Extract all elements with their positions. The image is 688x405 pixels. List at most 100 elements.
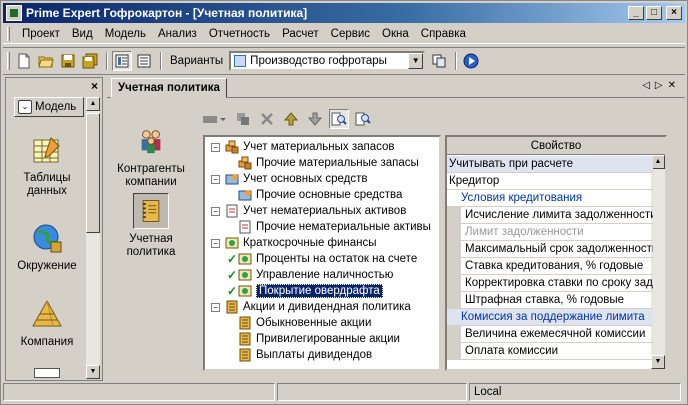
collapse-icon[interactable]: −: [211, 238, 220, 248]
shares-icon: [239, 348, 251, 362]
tree-item[interactable]: ✓ Покрытие овердрафта: [227, 283, 383, 299]
collapse-icon[interactable]: −: [211, 174, 220, 184]
tree-item[interactable]: − Учет материальных запасов: [211, 139, 395, 155]
checkmark-icon: ✓: [227, 268, 238, 282]
tree-item[interactable]: ✓ Управление наличностью: [227, 267, 393, 283]
menu-view[interactable]: Вид: [66, 28, 99, 40]
tree-item[interactable]: Прочие основные средства: [227, 187, 402, 203]
left-pane-scrollbar[interactable]: ▲ ▼: [86, 97, 100, 379]
scroll-down-arrow-icon[interactable]: ▼: [651, 355, 665, 369]
list-view-icon[interactable]: [112, 51, 132, 71]
scroll-up-arrow-icon[interactable]: ▲: [651, 155, 665, 169]
property-indent: [447, 224, 461, 241]
tree-item[interactable]: − Акции и дивидендная политика: [211, 299, 411, 315]
toolbar-grip[interactable]: [7, 52, 10, 70]
menu-model[interactable]: Модель: [99, 28, 152, 40]
menubar-grip[interactable]: [7, 27, 10, 41]
nav-item-next[interactable]: [8, 368, 86, 378]
left-navigation-pane: × ⌄ Модель ▲ ▼ Таблицы данных Окружение: [5, 77, 103, 381]
find-icon[interactable]: [329, 109, 349, 129]
app-icon[interactable]: [6, 5, 22, 21]
finance-icon: [238, 269, 252, 281]
collapse-icon[interactable]: −: [211, 142, 220, 152]
find-next-icon[interactable]: [353, 109, 373, 129]
tree-item[interactable]: Обыкновенные акции: [227, 315, 371, 331]
shares-icon: [226, 300, 238, 314]
variants-dropdown[interactable]: Производство гофротары ▼: [229, 51, 426, 71]
inner-nav-accounting-policy[interactable]: Учетная политика: [109, 193, 193, 259]
save-icon[interactable]: [58, 51, 78, 71]
menu-analysis[interactable]: Анализ: [152, 28, 203, 40]
new-document-icon[interactable]: [14, 51, 34, 71]
tree-item[interactable]: − Краткосрочные финансы: [211, 235, 377, 251]
property-row[interactable]: Максимальный срок задолженности, дн: [447, 241, 653, 258]
tree-item[interactable]: Прочие материальные запасы: [227, 155, 419, 171]
close-button[interactable]: ×: [666, 6, 682, 20]
nav-item-label: Компания: [20, 336, 74, 348]
menu-help[interactable]: Справка: [415, 28, 472, 40]
tree-item-label: Учет материальных запасов: [243, 141, 395, 153]
tree-item-label: Акции и дивидендная политика: [243, 301, 411, 313]
copy-icon[interactable]: [233, 109, 253, 129]
close-icon[interactable]: ×: [91, 79, 98, 93]
move-up-icon[interactable]: [281, 109, 301, 129]
add-item-dropdown-icon[interactable]: [199, 109, 229, 129]
inner-nav-counterparties[interactable]: Контрагенты компании: [109, 123, 193, 189]
save-all-icon[interactable]: [80, 51, 100, 71]
property-grid-scrollbar[interactable]: ▲ ▼: [651, 155, 665, 369]
tree-item[interactable]: Выплаты дивидендов: [227, 347, 372, 363]
model-button[interactable]: ⌄ Модель: [14, 97, 84, 117]
open-folder-icon[interactable]: [36, 51, 56, 71]
tree-item[interactable]: Привилегированные акции: [227, 331, 400, 347]
menu-windows[interactable]: Окна: [376, 28, 415, 40]
property-column-header[interactable]: Свойство: [447, 137, 665, 155]
minimize-button[interactable]: _: [628, 6, 644, 20]
property-grid[interactable]: Свойство ▲ ▼ Учитывать при расчете Кредит…: [445, 135, 667, 371]
property-row[interactable]: Оплата комиссии: [447, 343, 653, 360]
property-row[interactable]: Корректировка ставки по сроку задолж: [447, 275, 653, 292]
tab-navigation[interactable]: ◁▷✕: [642, 80, 681, 91]
scroll-down-arrow-icon[interactable]: ▼: [86, 365, 100, 379]
copy-variant-icon[interactable]: [429, 51, 449, 71]
partial-icon: [34, 368, 60, 378]
nav-item-data-tables[interactable]: Таблицы данных: [8, 134, 86, 198]
tree-item-label: Выплаты дивидендов: [256, 349, 373, 361]
run-calculation-icon[interactable]: [461, 51, 481, 71]
nav-item-company[interactable]: Компания: [8, 298, 86, 349]
menu-project[interactable]: Проект: [16, 28, 66, 40]
tree-item[interactable]: − Учет нематериальных активов: [211, 203, 406, 219]
nav-item-environment[interactable]: Окружение: [8, 222, 86, 273]
scroll-thumb[interactable]: [86, 113, 100, 233]
menu-service[interactable]: Сервис: [325, 28, 376, 40]
tree-item-label: Краткосрочные финансы: [243, 237, 377, 249]
tree-item-label: Проценты на остаток на счете: [256, 253, 418, 265]
property-row[interactable]: Кредитор: [447, 173, 653, 190]
intangible-icon: [226, 204, 238, 218]
title-bar[interactable]: Prime Expert Гофрокартон - [Учетная поли…: [3, 3, 685, 23]
delete-icon[interactable]: [257, 109, 277, 129]
property-row[interactable]: Условия кредитования: [447, 190, 653, 207]
property-row[interactable]: Учитывать при расчете: [447, 156, 653, 173]
tree-item[interactable]: ✓ Проценты на остаток на счете: [227, 251, 417, 267]
maximize-button[interactable]: □: [646, 6, 662, 20]
tree-item[interactable]: − Учет основных средств: [211, 171, 367, 187]
collapse-icon[interactable]: −: [211, 206, 220, 216]
policy-tree[interactable]: − Учет материальных запасов Прочие материа…: [203, 135, 441, 371]
property-row[interactable]: Величина ежемесячной комиссии: [447, 326, 653, 343]
property-row[interactable]: Комиссия за поддержание лимита: [447, 309, 653, 326]
scroll-up-arrow-icon[interactable]: ▲: [86, 97, 100, 111]
property-row[interactable]: Штрафная ставка, % годовые: [447, 292, 653, 309]
pyramid-icon: [31, 298, 63, 330]
menu-calculation[interactable]: Расчет: [276, 28, 325, 40]
table-view-icon[interactable]: [134, 51, 154, 71]
property-row[interactable]: Лимит задолженности: [447, 224, 653, 241]
menu-reports[interactable]: Отчетность: [203, 28, 276, 40]
move-down-icon[interactable]: [305, 109, 325, 129]
tree-item-label: Обыкновенные акции: [256, 317, 372, 329]
chevron-down-icon[interactable]: ▼: [408, 53, 424, 69]
tab-accounting-policy[interactable]: Учетная политика: [111, 78, 227, 98]
property-row[interactable]: Ставка кредитования, % годовые: [447, 258, 653, 275]
collapse-icon[interactable]: −: [211, 302, 220, 312]
tree-item[interactable]: Прочие нематериальные активы: [227, 219, 431, 235]
property-row[interactable]: Исчисление лимита задолженности: [447, 207, 653, 224]
